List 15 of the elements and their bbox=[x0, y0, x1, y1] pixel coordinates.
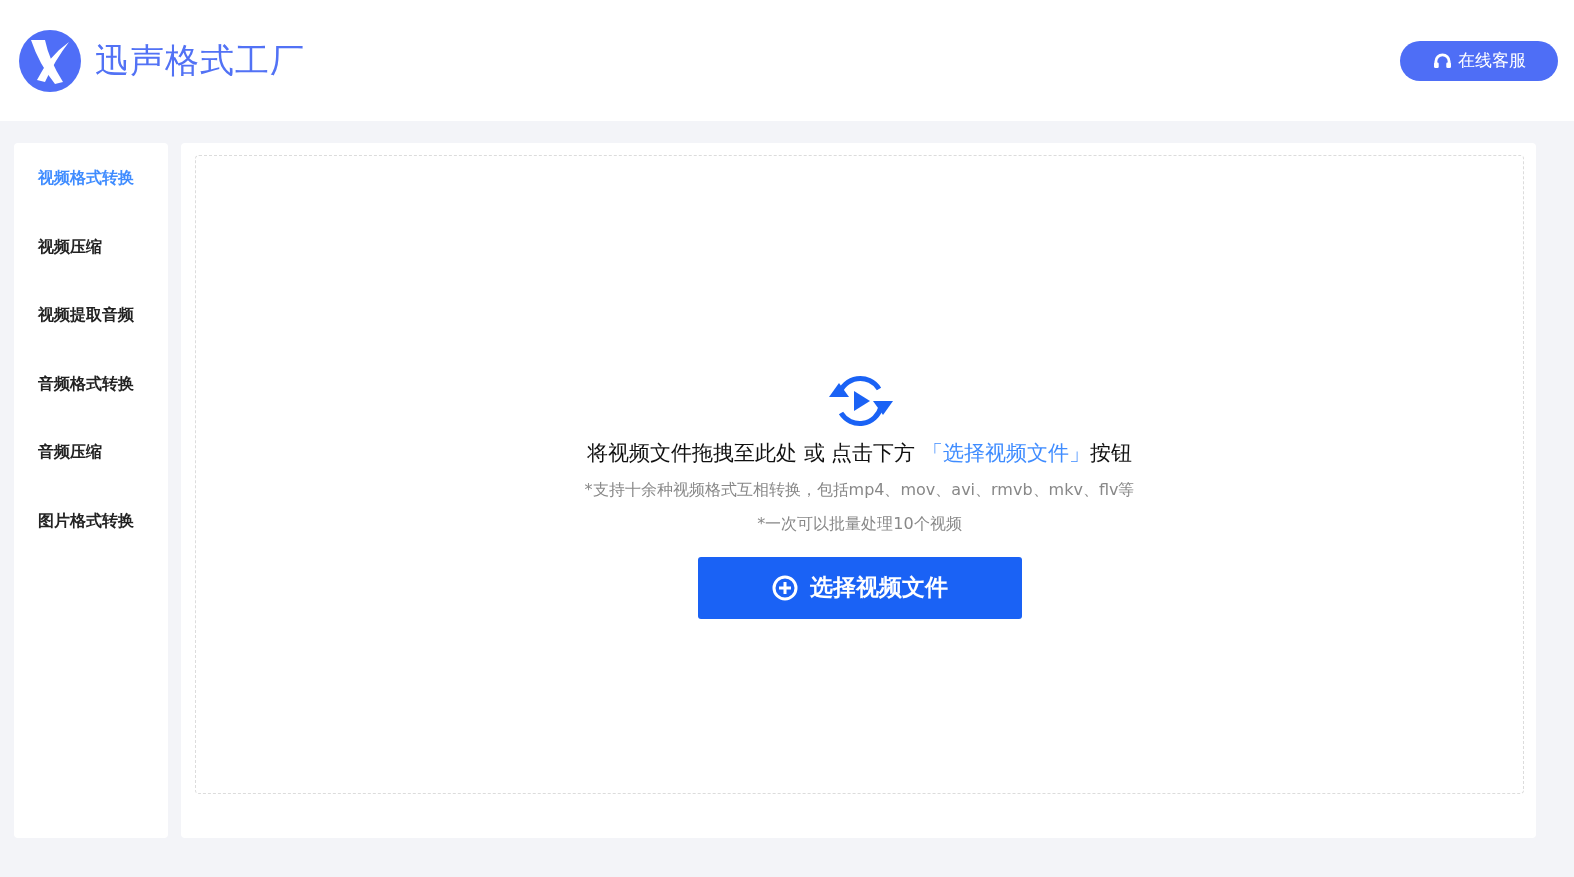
app-title: 迅声格式工厂 bbox=[95, 38, 305, 82]
drop-zone[interactable]: 将视频文件拖拽至此处 或 点击下方 「选择视频文件」按钮 *支持十余种视频格式互相转换，包括mp4、mov、avi、rmvb、mkv、flv等 *一次可以批量处理10个视频 选择视频文件 bbox=[195, 155, 1524, 794]
logo-icon bbox=[19, 29, 81, 92]
sidebar-item[interactable]: 音频压缩 bbox=[14, 437, 168, 506]
plus-circle-icon bbox=[771, 574, 798, 601]
format-note: *支持十余种视频格式互相转换，包括mp4、mov、avi、rmvb、mkv、flv等 bbox=[584, 479, 1135, 501]
online-support-button[interactable]: 在线客服 bbox=[1400, 40, 1558, 81]
sidebar-item[interactable]: 视频提取音频 bbox=[14, 300, 168, 369]
sidebar-item[interactable]: 音频格式转换 bbox=[14, 368, 168, 437]
sidebar-item[interactable]: 图片格式转换 bbox=[14, 505, 168, 574]
sidebar-item[interactable]: 视频压缩 bbox=[14, 231, 168, 300]
format-note: *一次可以批量处理10个视频 bbox=[757, 513, 962, 535]
headset-icon bbox=[1432, 52, 1452, 69]
drop-instruction: 将视频文件拖拽至此处 或 点击下方 「选择视频文件」按钮 bbox=[587, 439, 1132, 467]
select-video-file-button[interactable]: 选择视频文件 bbox=[697, 556, 1022, 619]
